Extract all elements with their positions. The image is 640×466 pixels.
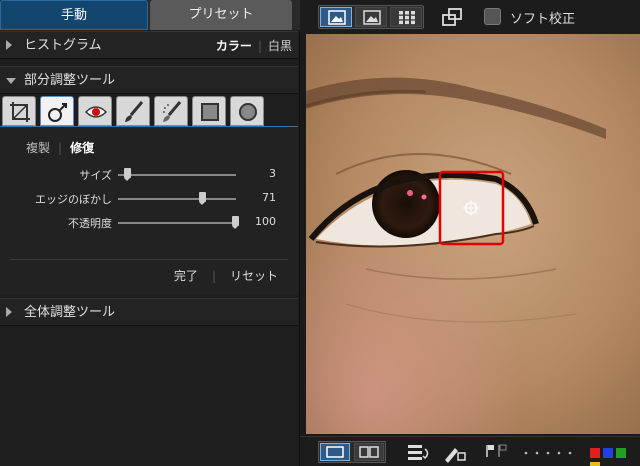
eraser-brush-tool-button[interactable] (154, 96, 188, 126)
repair-mode-option[interactable]: 修復 (70, 141, 94, 155)
red-eye-tool-icon (84, 106, 108, 118)
sync-settings-icon[interactable] (406, 443, 432, 463)
bottom-toolbar (300, 436, 640, 466)
heal-tool-settings: 複製 | 修復 サイズ 3 エッジのぼかし 71 不透明度 100 完了 | リセット (0, 126, 298, 294)
green-label-icon[interactable] (616, 448, 626, 458)
soft-proof-label: ソフト校正 (510, 12, 576, 27)
flag-icon[interactable] (484, 443, 510, 459)
opacity-slider-thumb[interactable] (232, 216, 239, 229)
collapse-arrow-icon[interactable] (6, 78, 16, 84)
size-label: サイズ (79, 169, 112, 182)
crop-tool-icon (10, 102, 30, 122)
opacity-value: 100 (255, 215, 276, 228)
top-toolbar: ソフト校正 (300, 0, 640, 34)
brush-tool-button[interactable] (116, 96, 150, 126)
left-panel: 手動 プリセット ヒストグラム カラー | 白黒 部分調整ツール 複製 | 修復… (0, 0, 300, 466)
opacity-slider-row: 不透明度 100 (0, 213, 298, 233)
edge-feather-value: 71 (262, 191, 276, 204)
brush-tool-icon (125, 101, 144, 122)
rectangle-mask-tool-icon (201, 103, 219, 121)
clone-mode-option[interactable]: 複製 (26, 141, 50, 155)
split-layout-button[interactable] (354, 443, 384, 461)
rectangle-mask-tool-button[interactable] (192, 96, 226, 126)
image-canvas[interactable] (306, 34, 640, 434)
soft-proof-checkbox[interactable] (484, 8, 501, 25)
circle-mask-tool-icon (239, 103, 257, 121)
edge-feather-slider-track[interactable] (118, 198, 236, 200)
heal-tool-icon (48, 103, 67, 122)
grid-icon (399, 11, 415, 25)
edit-pen-icon[interactable] (442, 443, 468, 463)
size-value: 3 (269, 167, 276, 180)
rating-dots-icon[interactable] (522, 443, 582, 459)
single-pane-icon (326, 446, 344, 458)
edge-feather-label: エッジのぼかし (35, 193, 112, 206)
image-edit-view-icon (328, 10, 346, 25)
color-labels (590, 447, 640, 466)
circle-mask-tool-button[interactable] (230, 96, 264, 126)
crop-tool-button[interactable] (2, 96, 36, 126)
single-layout-button[interactable] (320, 443, 350, 461)
size-slider-track[interactable] (118, 174, 236, 176)
histogram-section-header[interactable]: ヒストグラム カラー | 白黒 (0, 31, 298, 59)
grid-view-button[interactable] (390, 7, 422, 27)
expand-arrow-icon[interactable] (6, 307, 12, 317)
partial-tools-label: 部分調整ツール (24, 73, 116, 88)
face-photo (306, 34, 640, 434)
edge-feather-slider-thumb[interactable] (198, 192, 206, 205)
size-slider-thumb[interactable] (123, 168, 131, 181)
rotate-icon[interactable] (440, 7, 464, 27)
histogram-color-option[interactable]: カラー (216, 39, 252, 53)
opacity-label: 不透明度 (68, 217, 112, 230)
heal-tool-button[interactable] (40, 96, 74, 126)
global-tools-section-header[interactable]: 全体調整ツール (0, 298, 298, 326)
tab-preset[interactable]: プリセット (150, 0, 292, 30)
yellow-label-icon[interactable] (590, 462, 600, 466)
panel-tabs: 手動 プリセット (0, 0, 300, 30)
histogram-label: ヒストグラム (24, 38, 102, 53)
tool-actions: 完了 | リセット (173, 269, 278, 283)
opacity-slider-track[interactable] (118, 222, 236, 224)
divider (10, 259, 288, 260)
size-slider-row: サイズ 3 (0, 165, 298, 185)
single-view-button[interactable] (320, 7, 352, 27)
reset-button[interactable]: リセット (230, 269, 278, 283)
heal-mode-selector: 複製 | 修復 (26, 141, 95, 155)
red-label-icon[interactable] (590, 448, 600, 458)
image-preview-icon (363, 10, 381, 25)
tool-icon-row (2, 96, 298, 126)
tab-manual[interactable]: 手動 (0, 0, 148, 30)
view-mode-group (318, 5, 424, 29)
eraser-brush-tool-icon (163, 101, 182, 122)
partial-tools-section-header[interactable]: 部分調整ツール (0, 66, 298, 94)
split-pane-icon (359, 446, 379, 458)
layout-group (318, 441, 386, 463)
edge-feather-slider-row: エッジのぼかし 71 (0, 189, 298, 209)
done-button[interactable]: 完了 (174, 269, 198, 283)
histogram-bw-option[interactable]: 白黒 (268, 39, 292, 53)
global-tools-label: 全体調整ツール (24, 305, 116, 320)
preview-view-button[interactable] (355, 7, 387, 27)
blue-label-icon[interactable] (603, 448, 613, 458)
red-eye-tool-button[interactable] (78, 96, 112, 126)
expand-arrow-icon[interactable] (6, 40, 12, 50)
